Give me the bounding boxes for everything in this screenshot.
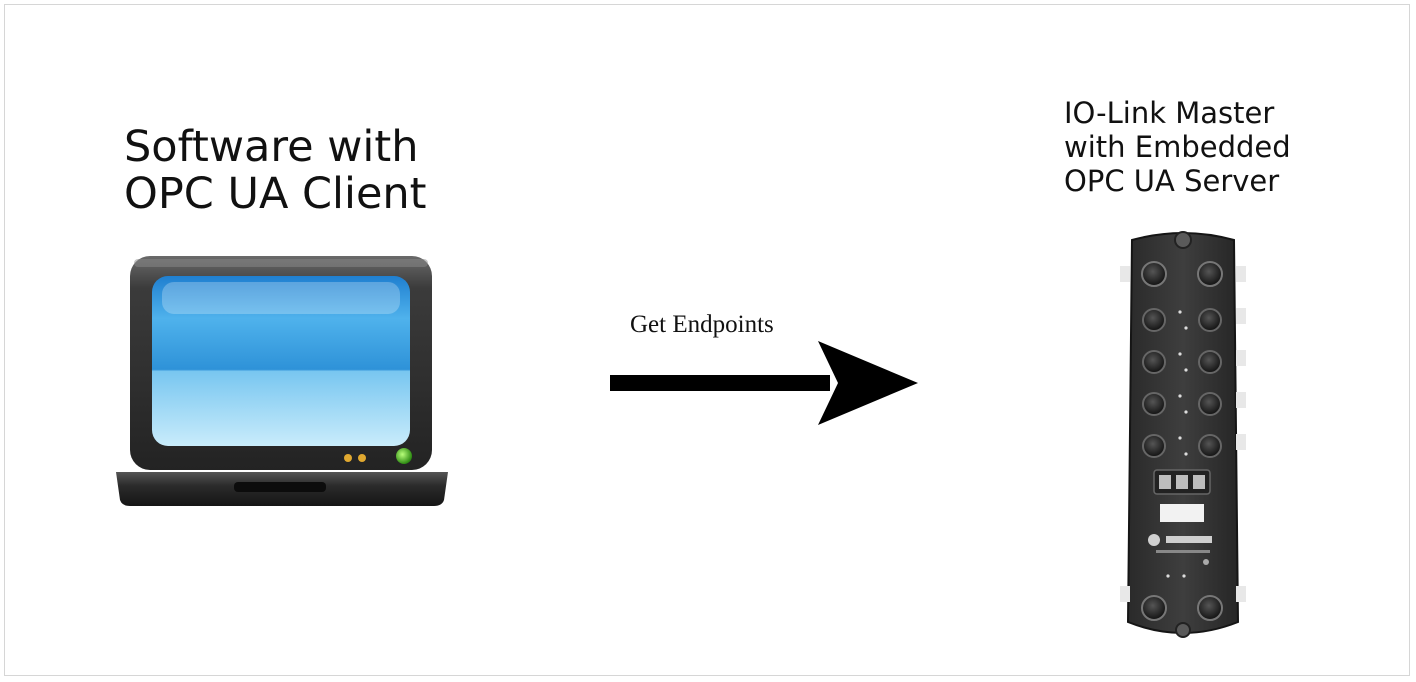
client-title: Software with OPC UA Client	[124, 124, 484, 218]
io-link-master-device-icon	[1120, 231, 1246, 638]
server-title-line-3: OPC UA Server	[1064, 164, 1280, 198]
server-title-line-1: IO-Link Master	[1064, 96, 1275, 130]
client-title-line-1: Software with	[124, 122, 419, 172]
server-title-line-2: with Embedded	[1064, 130, 1291, 164]
server-title: IO-Link Master with Embedded OPC UA Serv…	[1064, 96, 1364, 198]
laptop-icon	[116, 256, 448, 506]
client-title-line-2: OPC UA Client	[124, 169, 427, 219]
right-arrow-icon	[610, 341, 918, 425]
arrow-label: Get Endpoints	[630, 311, 774, 338]
